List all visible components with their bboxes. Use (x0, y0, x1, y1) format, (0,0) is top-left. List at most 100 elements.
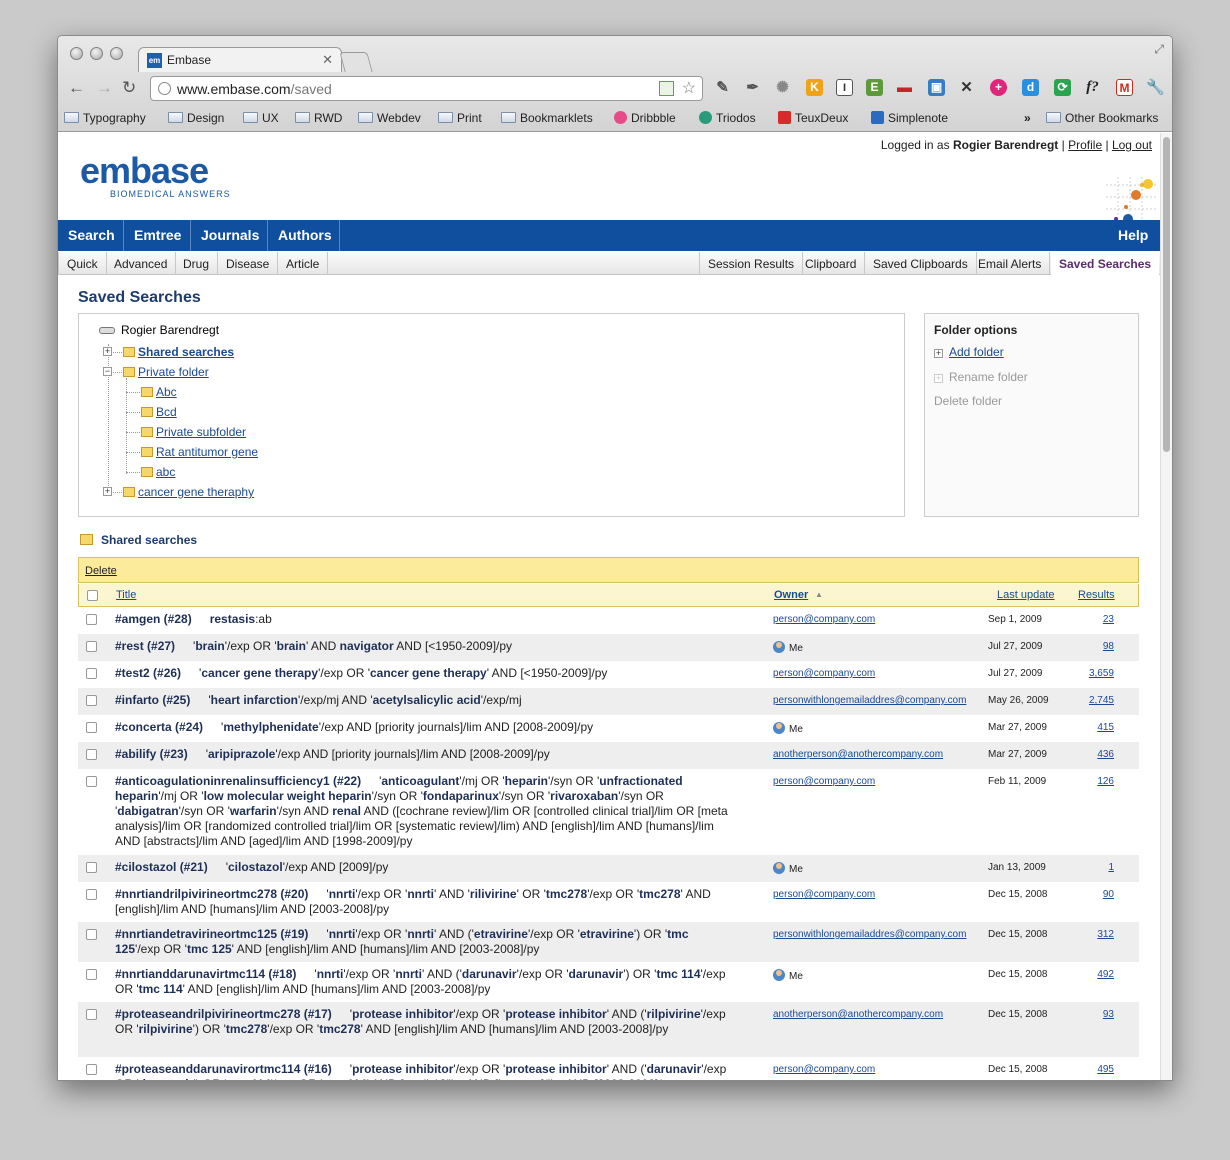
search-owner[interactable]: person@company.com (773, 889, 875, 900)
reload-icon[interactable]: ↻ (122, 78, 136, 98)
search-name[interactable]: #rest (#27) (115, 639, 175, 653)
tree-item-private-subfolder[interactable]: Private subfolder (141, 425, 246, 439)
expand-icon[interactable]: + (103, 347, 112, 356)
add-folder-button[interactable]: + Add folder (934, 345, 1004, 359)
search-owner[interactable]: person@company.com (773, 614, 875, 625)
fullscreen-icon[interactable]: ⤢ (1154, 42, 1164, 57)
search-owner[interactable]: person@company.com (773, 668, 875, 679)
tree-item-private-folder[interactable]: Private folder (123, 365, 209, 379)
collapse-icon[interactable]: − (103, 367, 112, 376)
search-results-link[interactable]: 492 (1078, 969, 1114, 980)
bookmarks-overflow-chevron[interactable]: » (1024, 111, 1031, 125)
bookmark-bookmarklets[interactable]: Bookmarklets (501, 111, 593, 125)
search-name[interactable]: #proteaseandrilpivirineortmc278 (#17) (115, 1007, 332, 1021)
nav-authors[interactable]: Authors (278, 227, 332, 243)
minimize-window-button[interactable] (90, 47, 103, 60)
search-name[interactable]: #concerta (#24) (115, 720, 203, 734)
row-checkbox[interactable] (86, 862, 97, 873)
tree-item-rat-antitumor-gene[interactable]: Rat antitumor gene (141, 445, 258, 459)
bookmark-dribbble[interactable]: Dribbble (614, 111, 676, 125)
scrollbar-thumb[interactable] (1163, 137, 1170, 452)
extension-pen-icon[interactable]: ✎ (714, 79, 731, 96)
row-checkbox[interactable] (86, 889, 97, 900)
search-results-link[interactable]: 2,745 (1078, 695, 1114, 706)
evernote-icon[interactable]: E (866, 79, 883, 96)
row-checkbox[interactable] (86, 641, 97, 652)
tree-item-cancer-gene-theraphy[interactable]: cancer gene theraphy (123, 485, 254, 499)
tree-item-abc-upper[interactable]: Abc (141, 385, 177, 399)
row-checkbox[interactable] (86, 1009, 97, 1020)
search-title[interactable]: #concerta (#24) 'methylphenidate'/exp AND… (115, 720, 735, 735)
subnav-drug[interactable]: Drug (175, 252, 219, 275)
search-results-link[interactable]: 98 (1078, 641, 1114, 652)
search-results-link[interactable]: 90 (1078, 889, 1114, 900)
tab-close-icon[interactable]: ✕ (322, 52, 333, 68)
select-all-checkbox[interactable] (87, 590, 98, 601)
search-title[interactable]: #nnrtianddarunavirtmc114 (#18)'nnrti'/ex… (115, 967, 735, 997)
extension-d-icon[interactable]: d (1022, 79, 1039, 96)
search-name[interactable]: #infarto (#25) (115, 693, 190, 707)
nav-help[interactable]: Help (1118, 227, 1148, 243)
row-checkbox[interactable] (86, 695, 97, 706)
bookmark-design[interactable]: Design (168, 111, 224, 125)
subnav-disease[interactable]: Disease (218, 252, 279, 275)
subnav-advanced[interactable]: Advanced (106, 252, 177, 275)
tree-item-shared-searches[interactable]: Shared searches (123, 345, 234, 359)
search-name[interactable]: #nnrtianddarunavirtmc114 (#18) (115, 967, 296, 981)
extension-pin-icon[interactable]: ✕ (958, 79, 975, 96)
delete-button[interactable]: Delete (85, 565, 117, 577)
bookmark-other[interactable]: Other Bookmarks (1046, 111, 1158, 125)
address-bar[interactable]: www.embase.com/saved ☆ (150, 76, 703, 101)
nav-search[interactable]: Search (68, 227, 115, 243)
rss-icon[interactable] (659, 81, 674, 96)
row-checkbox[interactable] (86, 1064, 97, 1075)
search-name[interactable]: #cilostazol (#21) (115, 860, 208, 874)
logout-link[interactable]: Log out (1112, 138, 1152, 152)
row-checkbox[interactable] (86, 776, 97, 787)
wrench-icon[interactable]: 🔧 (1146, 79, 1165, 96)
search-title[interactable]: #rest (#27) 'brain'/exp OR 'brain' AND na… (115, 639, 735, 654)
gmail-icon[interactable]: M (1116, 79, 1133, 96)
embase-logo[interactable]: embase BIOMEDICAL ANSWERS (80, 153, 231, 200)
search-results-link[interactable]: 126 (1078, 776, 1114, 787)
bookmark-typography[interactable]: Typography (64, 111, 146, 125)
search-title[interactable]: #nnrtiandrilpivirineortmc278 (#20)'nnrti… (115, 887, 735, 917)
profile-link[interactable]: Profile (1068, 138, 1102, 152)
bookmark-ux[interactable]: UX (243, 111, 279, 125)
delete-folder-button[interactable]: Delete folder (934, 394, 1002, 408)
search-results-link[interactable]: 415 (1078, 722, 1114, 733)
search-results-link[interactable]: 3,659 (1078, 668, 1114, 679)
search-results-link[interactable]: 312 (1078, 929, 1114, 940)
subnav-clipboard[interactable]: Clipboard (797, 252, 866, 275)
search-name[interactable]: #test2 (#26) (115, 666, 181, 680)
expand-icon[interactable]: + (103, 487, 112, 496)
search-owner[interactable]: person@company.com (773, 1064, 875, 1075)
tree-item-bcd[interactable]: Bcd (141, 405, 177, 419)
search-title[interactable]: #proteaseanddarunavirortmc114 (#16)'prot… (115, 1062, 735, 1080)
search-name[interactable]: #abilify (#23) (115, 747, 188, 761)
search-owner[interactable]: anotherperson@anothercompany.com (773, 1009, 943, 1020)
row-checkbox[interactable] (86, 969, 97, 980)
search-owner[interactable]: person@company.com (773, 776, 875, 787)
search-title[interactable]: #test2 (#26) 'cancer gene therapy'/exp OR… (115, 666, 735, 681)
search-title[interactable]: #anticoagulationinrenalinsufficiency1 (#… (115, 774, 735, 849)
search-name[interactable]: #anticoagulationinrenalinsufficiency1 (#… (115, 774, 361, 788)
search-title[interactable]: #nnrtiandetravirineortmc125 (#19)'nnrti'… (115, 927, 735, 957)
subnav-session-results[interactable]: Session Results (699, 252, 804, 275)
search-owner[interactable]: personwithlongemailaddres@company.com (773, 695, 966, 706)
sort-owner[interactable]: Owner (774, 589, 808, 601)
subnav-saved-clipboards[interactable]: Saved Clipboards (865, 252, 977, 275)
row-checkbox[interactable] (86, 614, 97, 625)
browser-tab[interactable]: em Embase ✕ (138, 47, 342, 72)
sort-last-update[interactable]: Last update (997, 589, 1055, 601)
bookmark-simplenote[interactable]: Simplenote (871, 111, 948, 125)
subnav-quick[interactable]: Quick (58, 252, 107, 275)
new-tab-button[interactable] (339, 52, 373, 72)
row-checkbox[interactable] (86, 722, 97, 733)
bookmark-webdev[interactable]: Webdev (358, 111, 421, 125)
row-checkbox[interactable] (86, 929, 97, 940)
search-owner[interactable]: anotherperson@anothercompany.com (773, 749, 943, 760)
search-results-link[interactable]: 436 (1078, 749, 1114, 760)
search-title[interactable]: #proteaseandrilpivirineortmc278 (#17)'pr… (115, 1007, 735, 1037)
extension-i-icon[interactable]: I (836, 79, 853, 96)
